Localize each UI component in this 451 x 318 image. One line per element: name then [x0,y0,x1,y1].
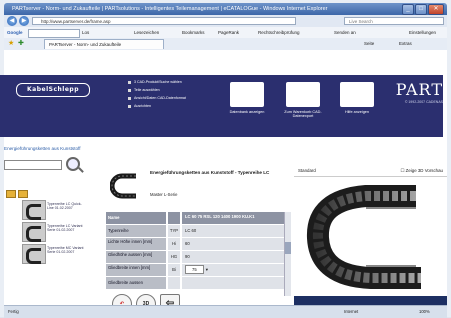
property-code: TYP [168,225,180,237]
property-value[interactable]: 60 [182,238,286,250]
lesezeichen-button[interactable]: Lesezeichen [134,27,159,38]
viewer-toolbar[interactable] [294,296,447,305]
show-3d-label: Zeige 3D Vorschau [405,168,443,173]
settings-button[interactable]: Einstellungen [409,27,436,38]
select-value[interactable]: 75 [185,265,204,274]
property-name: Name [106,212,166,224]
table-row[interactable]: Typenreihe TYP LC 60 [106,225,286,238]
window-title: PARTserver - Norm- und Zukaufteile | PAR… [12,6,328,12]
menu-item-parts[interactable]: Teile auswählen [128,88,160,92]
menu-item-product[interactable]: 3 CAD-Produkt/Suche wählen [128,80,182,84]
google-go-button[interactable]: Los [82,27,89,38]
browser-window: PARTserver - Norm- und Zukaufteile | PAR… [0,0,451,318]
property-code [168,277,180,289]
3d-model-viewer[interactable] [296,178,447,296]
table-row[interactable]: Lichte Höhe innen [mm] Hi 60 [106,238,286,251]
send-to-button[interactable]: Senden an [334,27,356,38]
table-row[interactable]: Gliedbreite innen [mm] Bi 75 ▼ [106,264,286,277]
product-label-1[interactable]: Typenreihe LC Quick-Line 01.02.2007 [47,202,87,210]
show-3d-preview-checkbox[interactable]: ☐ Zeige 3D Vorschau [401,166,444,176]
property-value-select[interactable]: 75 ▼ [182,264,286,276]
part-copyright: © 1992-2007 CADENAS [404,100,443,104]
kabelschlepp-logo[interactable]: KabelSchlepp [16,83,90,97]
scrollbar-thumb[interactable] [285,242,291,254]
folder-icon[interactable] [6,190,16,198]
property-value[interactable] [182,277,286,289]
category-title: Energieführungsketten aus Kunststoff [4,146,81,151]
folder-open-icon[interactable] [18,190,28,198]
product-properties-table: Name LC 60 75 RSL 120 1400 1900 KU.K1 Ty… [106,212,286,290]
menu-item-align[interactable]: Ausrichten [128,104,151,108]
property-code: Hi [168,238,180,250]
product-subtitle: Master L-Serie [150,192,178,197]
menu-item-view[interactable]: Ansicht/Daten CAD-Datenformat [128,96,186,100]
google-search-input[interactable] [28,29,80,38]
table-scrollbar[interactable] [284,212,291,296]
property-value[interactable]: 90 [182,251,286,263]
view-mode-label[interactable]: Standard [298,166,316,176]
chevron-down-icon[interactable]: ▼ [205,267,209,272]
database-label: Datenbank anzeigen [229,110,265,114]
zoom-level[interactable]: 100% [419,306,430,318]
maximize-button[interactable]: □ [415,4,427,15]
spellcheck-button[interactable]: Rechtschreibprüfung [258,27,300,38]
cable-chain-image [110,173,136,199]
cart-label: Zum Warenkorb CAD-Datenexport [284,110,322,118]
help-button[interactable] [340,82,374,107]
database-button[interactable] [230,82,264,107]
product-title: Energieführungsketten aus Kunststoff - T… [150,170,270,175]
property-name: Gliedbreite aussen [106,277,166,289]
tools-menu-button[interactable]: Extras [399,38,412,50]
table-row[interactable]: Gliedbreite aussen [106,277,286,290]
bookmarks-button[interactable]: Bookmarks [182,27,205,38]
window-titlebar: PARTserver - Norm- und Zukaufteile | PAR… [4,3,447,15]
tab-partserver[interactable]: PARTserver - Norm- und Zukaufteile [44,39,164,49]
help-label: Hilfe anzeigen [344,110,370,114]
product-label-3[interactable]: Typenreihe MC Variant Serie 01.02.2007 [47,246,87,254]
table-row: Name LC 60 75 RSL 120 1400 1900 KU.K1 [106,212,286,225]
property-code: HG [168,251,180,263]
back-arrow-icon[interactable]: ◀ [7,16,17,26]
viewer-header: Standard ☐ Zeige 3D Vorschau [294,166,447,177]
google-logo: Google [7,30,23,35]
property-name: Lichte Höhe innen [mm] [106,238,166,250]
page-menu-button[interactable]: Seite [364,38,374,50]
property-value: LC 60 75 RSL 120 1400 1900 KU.K1 [182,212,286,224]
table-row[interactable]: Gliedhöhe aussen [mm] HG 90 [106,251,286,264]
part-logo: PART [395,80,443,99]
property-code [168,212,180,224]
property-value[interactable]: LC 60 [182,225,286,237]
forward-arrow-icon[interactable]: ▶ [19,16,29,26]
search-input[interactable]: Live Search [344,17,444,25]
product-thumbnail-1[interactable] [22,200,46,220]
product-label-2[interactable]: Typenreihe LC Variant Serie 01.02.2007 [47,224,87,232]
product-thumbnail-2[interactable] [22,222,46,242]
favorites-star-icon[interactable]: ★ [8,38,14,50]
product-thumbnail-3[interactable] [22,244,46,264]
cart-button[interactable] [286,82,320,107]
pagerank-button[interactable]: PageRank [218,27,239,38]
property-name: Gliedhöhe aussen [mm] [106,251,166,263]
property-name: Gliedbreite innen [mm] [106,264,166,276]
status-bar: Fertig Internet 100% [4,305,447,318]
property-name: Typenreihe [106,225,166,237]
window-controls: _ □ ✕ [402,4,444,15]
property-code: Bi [168,264,180,276]
minimize-button[interactable]: _ [402,4,414,15]
category-search-input[interactable] [4,160,62,170]
zone-label: Internet [344,309,359,314]
status-text: Fertig [8,309,19,314]
close-button[interactable]: ✕ [428,4,444,15]
add-favorite-icon[interactable]: ✚ [18,38,24,50]
url-input[interactable]: http://www.partserver.de/frame.asp [32,17,296,25]
